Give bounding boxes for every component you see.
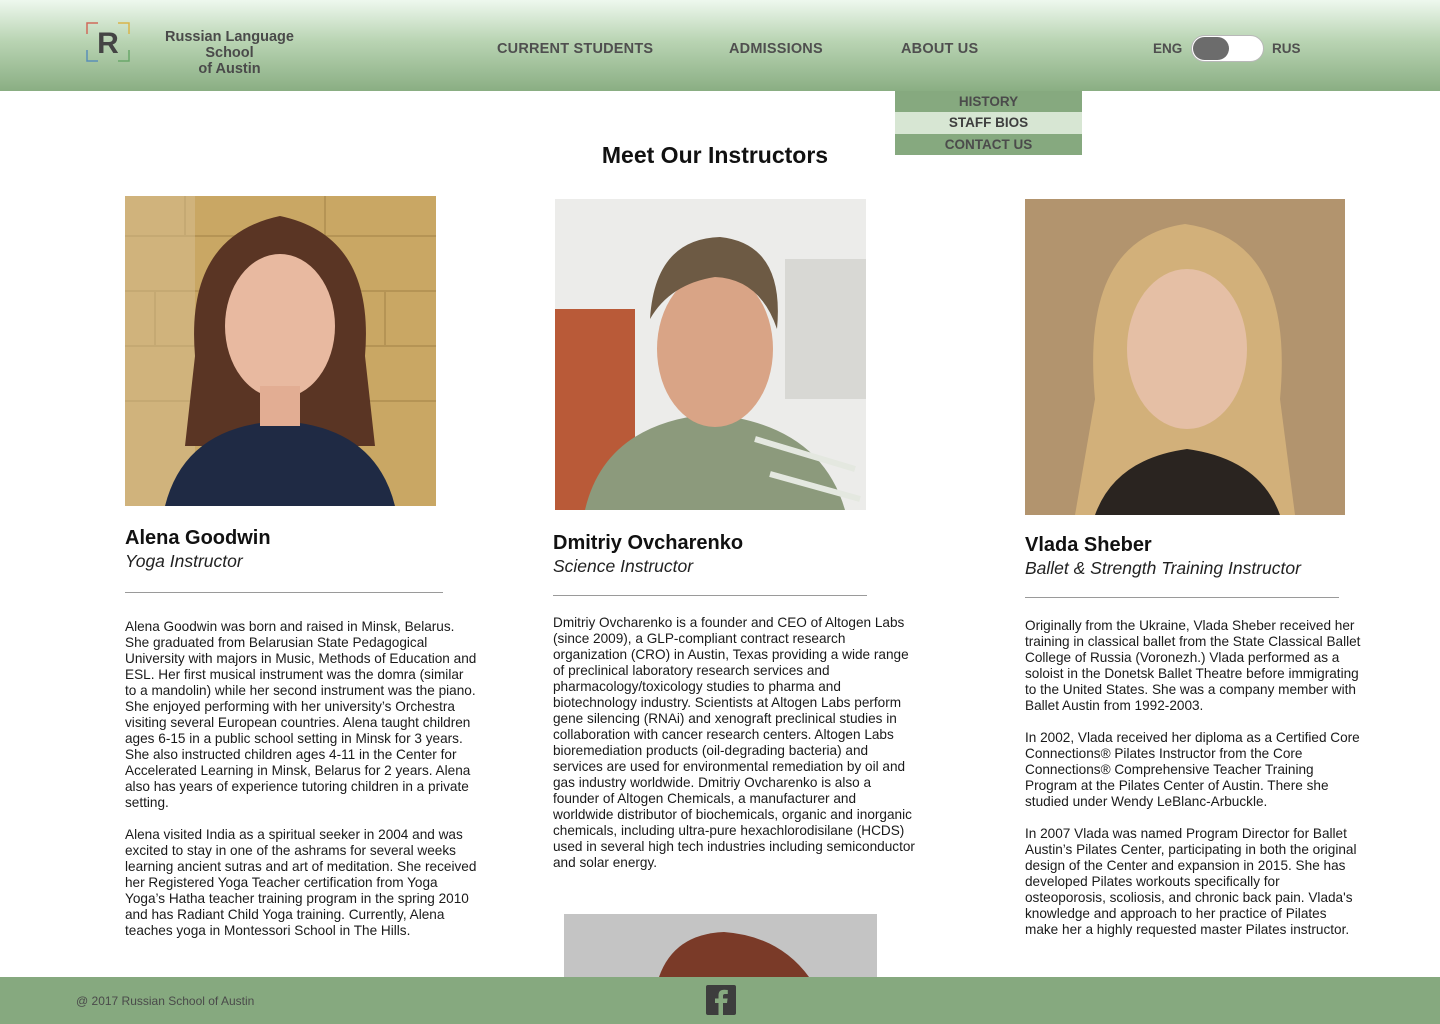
site-header: R Russian Language School of Austin CURR… (0, 0, 1440, 91)
logo-frame-icon: R (86, 22, 130, 62)
instructor-bio: Dmitriy Ovcharenko is a founder and CEO … (553, 615, 915, 887)
page-title: Meet Our Instructors (601, 142, 829, 168)
site-footer: @ 2017 Russian School of Austin (0, 977, 1440, 1024)
language-toggle[interactable] (1191, 35, 1264, 62)
instructor-photo-fourth (564, 914, 877, 977)
nav-about-us[interactable]: ABOUT US (901, 41, 978, 57)
dropdown-item-history[interactable]: HISTORY (895, 91, 1082, 112)
school-name-line2: of Austin (198, 61, 261, 77)
facebook-glyph-icon (715, 989, 728, 1015)
school-name[interactable]: Russian Language School of Austin (142, 29, 317, 77)
facebook-icon[interactable] (706, 985, 736, 1015)
svg-text:R: R (97, 27, 119, 60)
instructor-photo-alena (125, 196, 436, 506)
bio-paragraph: In 2002, Vlada received her diploma as a… (1025, 730, 1360, 809)
lang-eng-label[interactable]: ENG (1153, 41, 1182, 56)
instructor-role: Yoga Instructor (125, 551, 243, 571)
instructor-role: Science Instructor (553, 556, 694, 576)
lang-rus-label[interactable]: RUS (1272, 41, 1301, 56)
instructor-photo-dmitriy (555, 199, 866, 510)
instructor-photo-vlada (1025, 199, 1345, 515)
instructor-bio: Alena Goodwin was born and raised in Min… (125, 619, 477, 955)
nav-current-students[interactable]: CURRENT STUDENTS (497, 41, 653, 57)
bio-paragraph: Dmitriy Ovcharenko is a founder and CEO … (553, 615, 915, 870)
bio-paragraph: Alena Goodwin was born and raised in Min… (125, 619, 477, 810)
instructor-name: Vlada Sheber (1025, 534, 1152, 556)
divider (125, 592, 443, 593)
divider (553, 595, 867, 596)
instructor-name: Alena Goodwin (125, 527, 271, 549)
school-logo[interactable]: R (86, 22, 130, 62)
bio-paragraph: In 2007 Vlada was named Program Director… (1025, 826, 1357, 937)
language-toggle-knob (1193, 37, 1229, 60)
bio-paragraph: Alena visited India as a spiritual seeke… (125, 827, 477, 938)
school-name-line1: Russian Language School (165, 29, 294, 61)
nav-admissions[interactable]: ADMISSIONS (729, 41, 823, 57)
instructor-role: Ballet & Strength Training Instructor (1025, 558, 1301, 578)
copyright-text: @ 2017 Russian School of Austin (76, 994, 255, 1008)
instructor-name: Dmitriy Ovcharenko (553, 532, 744, 554)
bio-paragraph: Originally from the Ukraine, Vlada Shebe… (1025, 618, 1361, 713)
divider (1025, 597, 1339, 598)
dropdown-item-staff-bios[interactable]: STAFF BIOS (895, 112, 1082, 134)
instructor-bio: Originally from the Ukraine, Vlada Shebe… (1025, 618, 1361, 954)
